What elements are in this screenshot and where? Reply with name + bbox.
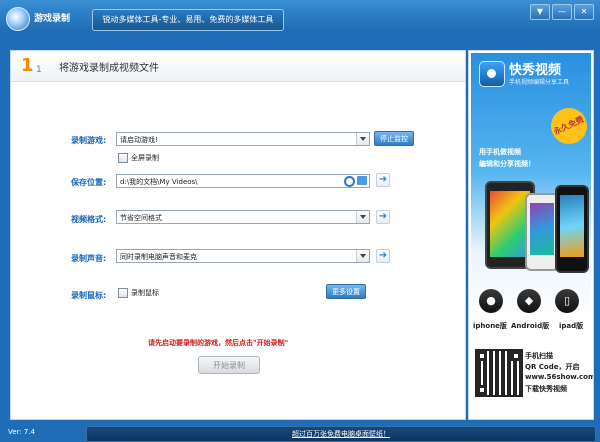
step-total: 1	[36, 65, 42, 75]
qr-line-3: www.56show.com	[525, 373, 594, 381]
ad-line-2: 编辑和分享视频！	[479, 160, 535, 168]
folder-icon[interactable]	[357, 176, 367, 185]
status-bar: Ver: 7.4 超过百万张免费电脑桌面壁纸！	[0, 422, 600, 442]
main-panel: 1 1 将游戏录制成视频文件 录制游戏: 请启动游戏! 停止监控 全屏录制 保存…	[10, 50, 466, 420]
title-bar: 游戏录制 锐动多媒体工具-专业、易用、免费的多媒体工具 ▼ — ✕	[0, 0, 600, 34]
audio-settings-arrow-icon[interactable]: ➜	[376, 249, 390, 263]
ad-panel: 快秀视频 手机视频编辑分享工具 永久免费 用手机做视频 编辑和分享视频！ ● ◆…	[468, 50, 594, 420]
record-mouse-label: 录制鼠标	[131, 289, 159, 297]
audio-select[interactable]: 同时录制电脑声音和麦克	[116, 249, 370, 263]
chevron-down-icon[interactable]	[356, 250, 369, 262]
android-icon[interactable]: ◆	[517, 289, 541, 313]
hint-text: 请先启动要录制的游戏，然后点击"开始录制"	[148, 339, 289, 347]
save-path-input[interactable]: d:\我的文档\My Videos\	[116, 174, 370, 188]
step-number: 1	[21, 55, 34, 76]
save-path-value: d:\我的文档\My Videos\	[120, 178, 198, 186]
record-mouse-checkbox[interactable]	[118, 288, 128, 298]
audio-select-value: 同时录制电脑声音和麦克	[120, 253, 197, 261]
ad-badge: 永久免费	[545, 102, 593, 150]
ipad-version-label[interactable]: ipad版	[559, 321, 583, 331]
format-settings-arrow-icon[interactable]: ➜	[376, 210, 390, 224]
step-header: 1 1 将游戏录制成视频文件	[11, 51, 465, 82]
window-controls: ▼ — ✕	[530, 4, 594, 20]
search-icon[interactable]	[344, 176, 355, 187]
slogan-badge: 锐动多媒体工具-专业、易用、免费的多媒体工具	[92, 9, 284, 31]
qr-line-4: 下载快秀视频	[525, 385, 567, 393]
start-record-button[interactable]: 开始录制	[198, 356, 260, 374]
mouse-label: 录制鼠标:	[71, 291, 107, 300]
more-settings-button[interactable]: 更多设置	[326, 284, 366, 299]
qr-line-2: QR Code，开启	[525, 363, 580, 371]
apple-icon[interactable]: ●	[479, 289, 503, 313]
open-folder-arrow-icon[interactable]: ➜	[376, 173, 390, 187]
save-label: 保存位置:	[71, 178, 107, 187]
app-title: 游戏录制	[34, 14, 71, 24]
menu-dropdown-button[interactable]: ▼	[530, 4, 550, 20]
iphone-version-label[interactable]: iphone版	[473, 321, 507, 331]
app-window: 游戏录制 锐动多媒体工具-专业、易用、免费的多媒体工具 ▼ — ✕ 1 1 将游…	[0, 0, 600, 442]
qr-line-1: 手机扫描	[525, 352, 553, 360]
camera-logo-icon	[479, 61, 505, 87]
chevron-down-icon[interactable]	[356, 211, 369, 223]
ad-banner[interactable]: 快秀视频 手机视频编辑分享工具 永久免费 用手机做视频 编辑和分享视频！	[471, 53, 593, 317]
close-button[interactable]: ✕	[574, 4, 594, 20]
format-select[interactable]: 节省空间格式	[116, 210, 370, 224]
game-label: 录制游戏:	[71, 136, 107, 145]
wallpaper-banner[interactable]: 超过百万张免费电脑桌面壁纸！	[86, 426, 596, 442]
step-title: 将游戏录制成视频文件	[59, 63, 159, 74]
wallpaper-link[interactable]: 超过百万张免费电脑桌面壁纸！	[292, 430, 390, 438]
stop-monitor-button[interactable]: 停止监控	[374, 131, 414, 146]
ad-title: 快秀视频	[509, 63, 562, 78]
fullscreen-checkbox[interactable]	[118, 153, 128, 163]
android-version-label[interactable]: Android版	[511, 321, 549, 331]
ad-subtitle: 手机视频编辑分享工具	[509, 79, 570, 86]
version-label: Ver: 7.4	[8, 428, 36, 436]
chevron-down-icon[interactable]	[356, 133, 369, 145]
qr-code-image	[475, 349, 523, 397]
phone-image	[555, 185, 589, 273]
audio-label: 录制声音:	[71, 254, 107, 263]
ad-line-1: 用手机做视频	[479, 148, 521, 156]
format-label: 视频格式:	[71, 215, 107, 224]
format-select-value: 节省空间格式	[120, 214, 162, 222]
ipad-icon[interactable]: ▯	[555, 289, 579, 313]
fullscreen-label: 全屏录制	[131, 154, 159, 162]
app-logo-icon	[6, 7, 30, 31]
minimize-button[interactable]: —	[552, 4, 572, 20]
game-select[interactable]: 请启动游戏!	[116, 132, 370, 146]
game-select-value: 请启动游戏!	[120, 136, 158, 144]
phone-image	[525, 193, 559, 271]
